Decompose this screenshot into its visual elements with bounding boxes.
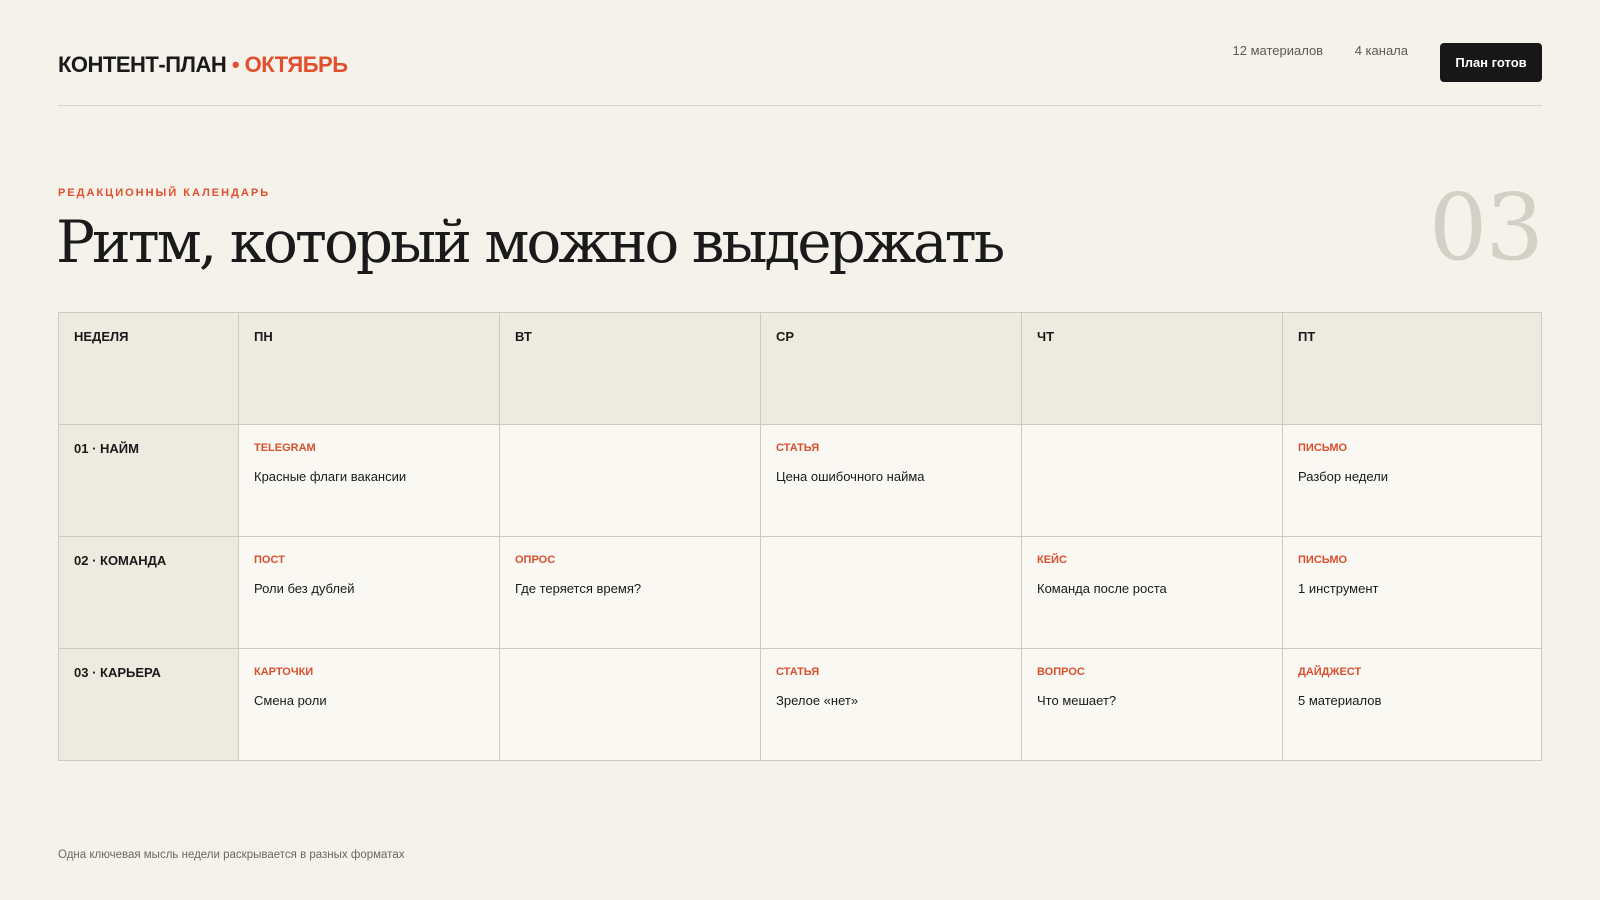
stat-materials: 12 материалов (1232, 43, 1324, 58)
format-tag: ОПРОС (515, 554, 556, 566)
calendar-cell[interactable]: ОПРОС Где теряется время? (500, 537, 761, 649)
section-number: 03 (1428, 174, 1544, 281)
brand-separator: • (231, 52, 240, 77)
calendar-cell[interactable]: СТАТЬЯ Зрелое «нет» (761, 649, 1022, 760)
week-label: 03 · КАРЬЕРА (74, 665, 161, 680)
column-header-label: СР (776, 329, 795, 344)
topic-text: Цена ошибочного найма (776, 469, 925, 484)
brand-main: КОНТЕНТ-ПЛАН (58, 52, 227, 77)
calendar-cell[interactable]: TELEGRAM Красные флаги вакансии (239, 425, 500, 537)
column-header-week: НЕДЕЛЯ (59, 313, 239, 425)
calendar-cell-empty[interactable] (500, 425, 761, 537)
calendar-table: НЕДЕЛЯ ПН ВТ СР ЧТ ПТ 01 · НАЙМ TELEGRAM… (58, 312, 1542, 761)
topic-text: Роли без дублей (254, 581, 355, 596)
calendar-cell[interactable]: КАРТОЧКИ Смена роли (239, 649, 500, 760)
format-tag: ПИСЬМО (1298, 442, 1348, 454)
week-label-cell: 03 · КАРЬЕРА (59, 649, 239, 760)
column-header-tue: ВТ (500, 313, 761, 425)
format-tag: TELEGRAM (254, 442, 316, 454)
calendar-cell[interactable]: КЕЙС Команда после роста (1022, 537, 1283, 649)
topic-text: Где теряется время? (515, 581, 642, 596)
week-label: 02 · КОМАНДА (74, 553, 167, 568)
format-tag: ДАЙДЖЕСТ (1298, 666, 1362, 678)
week-label-cell: 01 · НАЙМ (59, 425, 239, 537)
column-header-label: ПН (254, 329, 273, 344)
week-label-cell: 02 · КОМАНДА (59, 537, 239, 649)
calendar-cell-empty[interactable] (500, 649, 761, 760)
plan-ready-button[interactable]: План готов (1440, 43, 1542, 82)
calendar-cell[interactable]: ВОПРОС Что мешает? (1022, 649, 1283, 760)
top-header: КОНТЕНТ-ПЛАН • ОКТЯБРЬ 12 материалов 4 к… (58, 43, 1542, 106)
stat-channels: 4 канала (1354, 43, 1408, 58)
footer-note: Одна ключевая мысль недели раскрывается … (58, 849, 405, 861)
column-header-fri: ПТ (1283, 313, 1541, 425)
calendar-cell[interactable]: ПОСТ Роли без дублей (239, 537, 500, 649)
format-tag: ПИСЬМО (1298, 554, 1348, 566)
format-tag: КЕЙС (1037, 554, 1067, 566)
calendar-cell-empty[interactable] (761, 537, 1022, 649)
format-tag: ВОПРОС (1037, 666, 1085, 678)
format-tag: ПОСТ (254, 554, 285, 566)
topic-text: Команда после роста (1037, 581, 1167, 596)
topic-text: Что мешает? (1037, 693, 1117, 708)
topic-text: Разбор недели (1298, 469, 1389, 484)
column-header-label: ПТ (1298, 329, 1316, 344)
topic-text: Зрелое «нет» (776, 693, 859, 708)
topic-text: Красные флаги вакансии (254, 469, 407, 484)
calendar-cell[interactable]: СТАТЬЯ Цена ошибочного найма (761, 425, 1022, 537)
column-header-label: ВТ (515, 329, 532, 344)
page-title: Ритм, который можно выдержать (56, 208, 1005, 276)
calendar-cell[interactable]: ПИСЬМО Разбор недели (1283, 425, 1541, 537)
calendar-cell-empty[interactable] (1022, 425, 1283, 537)
brand-month: ОКТЯБРЬ (244, 52, 348, 77)
plan-stats: 12 материалов 4 канала (1205, 43, 1409, 59)
column-header-label: НЕДЕЛЯ (74, 329, 129, 344)
column-header-wed: СР (761, 313, 1022, 425)
column-header-label: ЧТ (1037, 329, 1055, 344)
topic-text: Смена роли (254, 693, 327, 708)
column-header-thu: ЧТ (1022, 313, 1283, 425)
week-label: 01 · НАЙМ (74, 441, 139, 456)
calendar-cell[interactable]: ДАЙДЖЕСТ 5 материалов (1283, 649, 1541, 760)
column-header-mon: ПН (239, 313, 500, 425)
topic-text: 1 инструмент (1298, 581, 1379, 596)
topic-text: 5 материалов (1298, 693, 1382, 708)
calendar-cell[interactable]: ПИСЬМО 1 инструмент (1283, 537, 1541, 649)
format-tag: СТАТЬЯ (776, 666, 820, 678)
brand-title: КОНТЕНТ-ПЛАН • ОКТЯБРЬ (58, 52, 348, 78)
section-eyebrow: РЕДАКЦИОННЫЙ КАЛЕНДАРЬ (58, 187, 271, 199)
format-tag: СТАТЬЯ (776, 442, 820, 454)
format-tag: КАРТОЧКИ (254, 666, 314, 678)
